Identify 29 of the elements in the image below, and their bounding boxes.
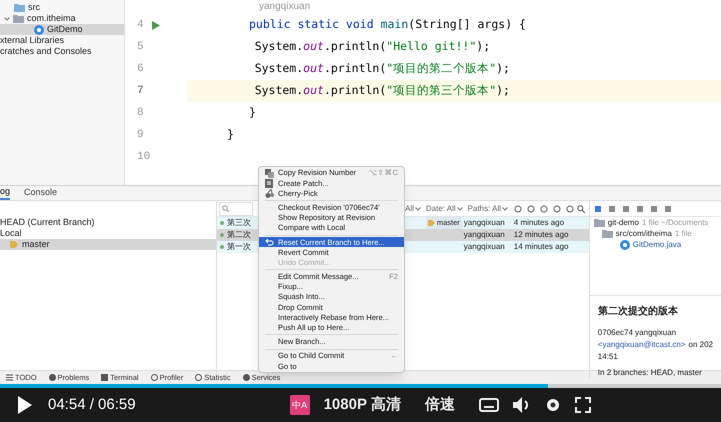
code-line: System.out.println("项目的第二个版本"); bbox=[254, 60, 510, 78]
author-hint: yangqixuan bbox=[258, 0, 312, 14]
commit-title: 第二次提交的版本 bbox=[598, 304, 679, 319]
line-number: 7 bbox=[137, 84, 144, 99]
commit-author: yangqixuan bbox=[464, 229, 506, 241]
line-number: 8 bbox=[137, 106, 144, 121]
commit-subject: 第二次 bbox=[226, 229, 251, 241]
commit-author: yangqixuan bbox=[464, 217, 506, 229]
commit-branches: In 2 branches: HEAD, master bbox=[598, 367, 703, 379]
code-line: System.out.println("Hello git!!"); bbox=[254, 38, 490, 56]
commit-time: 14 minutes ago bbox=[514, 241, 570, 253]
line-number: 9 bbox=[137, 128, 144, 143]
commit-time: 4 minutes ago bbox=[514, 217, 566, 229]
commit-time: 12 minutes ago bbox=[514, 229, 570, 241]
commit-time: 14:51 bbox=[598, 351, 619, 363]
playback-time: 04:54 / 06:59 bbox=[48, 394, 136, 415]
line-number: 4 bbox=[137, 18, 144, 33]
code-line: } bbox=[248, 104, 256, 122]
line-number: 6 bbox=[137, 62, 144, 77]
commit-subject: 第三次 bbox=[226, 217, 251, 229]
commit-subject: 第一次 bbox=[226, 241, 251, 253]
commit-date: on 202 bbox=[688, 339, 713, 351]
line-number: 10 bbox=[137, 150, 150, 165]
code-line: System.out.println("项目的第三个版本"); bbox=[254, 82, 510, 100]
code-line: public static void main(String[] args) { bbox=[248, 16, 526, 34]
line-number: 5 bbox=[137, 40, 144, 55]
commit-author: yangqixuan bbox=[464, 241, 506, 253]
commit-hash-author: 0706ec74 yangqixuan bbox=[598, 327, 678, 339]
code-line: } bbox=[227, 126, 234, 144]
